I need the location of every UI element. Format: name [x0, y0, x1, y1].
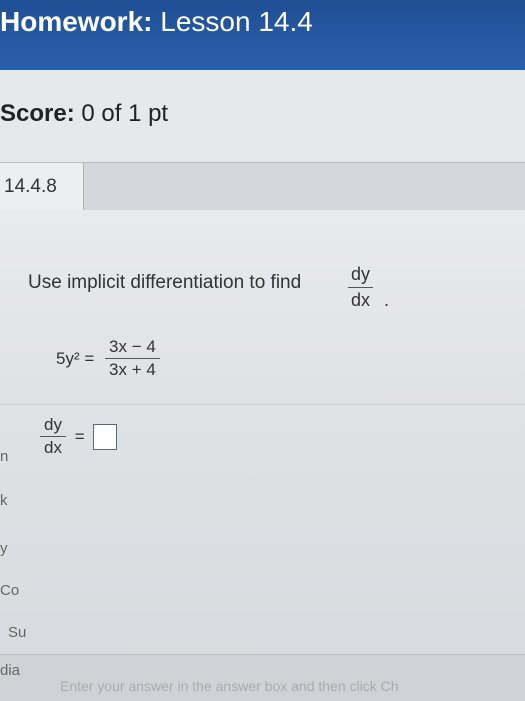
answer-row: dy dx = [40, 414, 118, 459]
question-content: Use implicit differentiation to find dy … [0, 210, 525, 700]
side-label-5: dia [0, 662, 21, 679]
title-bold: Homework: [0, 6, 153, 37]
score-label: Score: [0, 100, 75, 127]
section-divider [0, 404, 525, 405]
equation-lhs: 5y² = [56, 348, 95, 368]
prompt-derivative-fraction: dy dx [348, 264, 374, 311]
score-text: Score: 0 of 1 pt [0, 100, 168, 128]
question-bar: 14.4.8 [0, 162, 525, 212]
equation-rhs-fraction: 3x − 4 3x + 4 [105, 336, 160, 381]
footer-instruction: Enter your answer in the answer box and … [60, 678, 399, 694]
score-bar: Score: 0 of 1 pt [0, 70, 525, 163]
answer-frac-den: dx [44, 438, 62, 457]
side-label-3: Co [0, 582, 20, 599]
title-rest: Lesson 14.4 [152, 6, 313, 37]
score-value: 0 of 1 pt [74, 100, 169, 127]
side-label-2: y [0, 540, 8, 557]
answer-frac-num: dy [40, 414, 66, 437]
answer-derivative-fraction: dy dx [40, 414, 66, 459]
page-title: Homework: Lesson 14.4 [0, 6, 313, 38]
prompt-frac-den: dx [351, 290, 371, 310]
rhs-denominator: 3x + 4 [109, 360, 156, 379]
given-equation: 5y² = 3x − 4 3x + 4 [56, 336, 160, 381]
side-label-4: Su [8, 624, 27, 641]
prompt-period: . [384, 290, 390, 310]
question-id-tab[interactable]: 14.4.8 [0, 163, 84, 211]
prompt-frac-num: dy [348, 264, 374, 288]
side-label-0: n [0, 448, 9, 465]
question-prompt: Use implicit differentiation to find [28, 272, 302, 293]
answer-input-box[interactable] [93, 423, 118, 450]
page-header: Homework: Lesson 14.4 [0, 0, 525, 70]
side-label-1: k [0, 492, 8, 509]
answer-equals: = [74, 426, 85, 446]
rhs-numerator: 3x − 4 [105, 336, 160, 359]
